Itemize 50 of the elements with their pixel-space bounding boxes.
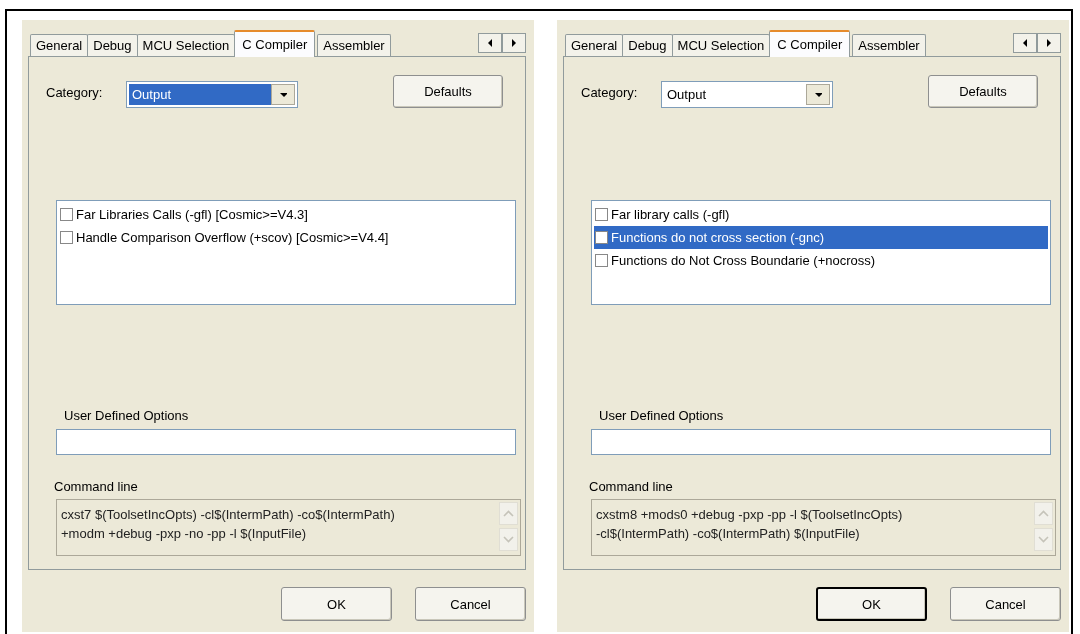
- dialog-button[interactable]: Cancel: [415, 587, 526, 621]
- tab[interactable]: Debug: [87, 34, 138, 56]
- tab[interactable]: MCU Selection: [136, 34, 236, 56]
- option-item[interactable]: Far Libraries Calls (-gfl) [Cosmic>=V4.3]: [59, 203, 513, 226]
- checkbox[interactable]: [595, 231, 608, 244]
- field-label: User Defined Options: [64, 408, 190, 423]
- checkbox[interactable]: [595, 254, 608, 267]
- chevron-down-icon: [1038, 536, 1049, 543]
- command-line-text: cxst7 $(ToolsetIncOpts) -cl$(IntermPath) -co$(IntermPath) +modm +debug -pxp -no -pp -l $(InputFile): [60, 506, 396, 543]
- chevron-down-icon: [503, 536, 514, 543]
- tab[interactable]: Assembler: [317, 34, 391, 56]
- tab[interactable]: General: [565, 34, 624, 56]
- scroll-left-button[interactable]: [478, 33, 502, 53]
- triangle-left-icon: [486, 38, 494, 48]
- option-item[interactable]: Functions do Not Cross Boundarie (+nocross): [594, 249, 1048, 272]
- triangle-right-icon: [1045, 38, 1053, 48]
- tab[interactable]: Debug: [622, 34, 673, 56]
- scroll-left-button[interactable]: [1013, 33, 1037, 53]
- category-dropdown[interactable]: Output: [661, 81, 833, 108]
- category-dropdown[interactable]: Output: [126, 81, 298, 108]
- scroll-right-button[interactable]: [502, 33, 526, 53]
- defaults-button[interactable]: Defaults: [393, 75, 503, 108]
- field-label: Command line: [54, 479, 139, 494]
- chevron-up-icon: [1038, 510, 1049, 517]
- input-field[interactable]: [56, 429, 516, 455]
- tab[interactable]: General: [30, 34, 89, 56]
- defaults-button[interactable]: Defaults: [928, 75, 1038, 108]
- command-line-text: cxstm8 +mods0 +debug -pxp -pp -l $(ToolsetIncOpts) -cl$(IntermPath) -co$(IntermPath) $(InputFile): [595, 506, 904, 543]
- category-label: Category:: [581, 85, 639, 100]
- field-label: Command line: [589, 479, 674, 494]
- option-item[interactable]: Handle Comparison Overflow (+scov) [Cosmic>=V4.4]: [59, 226, 513, 249]
- dialog-button[interactable]: OK: [816, 587, 927, 621]
- input-field[interactable]: [591, 429, 1051, 455]
- tab[interactable]: Assembler: [852, 34, 926, 56]
- tab[interactable]: C Compiler: [234, 30, 316, 57]
- checkbox[interactable]: [595, 208, 608, 221]
- triangle-left-icon: [1021, 38, 1029, 48]
- tab[interactable]: MCU Selection: [671, 34, 771, 56]
- scroll-right-button[interactable]: [1037, 33, 1061, 53]
- checkbox[interactable]: [60, 208, 73, 221]
- option-item[interactable]: Far library calls (-gfl): [594, 203, 1048, 226]
- option-item[interactable]: Functions do not cross section (-gnc): [594, 226, 1048, 249]
- field-label: User Defined Options: [599, 408, 725, 423]
- triangle-right-icon: [510, 38, 518, 48]
- checkbox[interactable]: [60, 231, 73, 244]
- dialog-button[interactable]: Cancel: [950, 587, 1061, 621]
- chevron-up-icon: [503, 510, 514, 517]
- tab[interactable]: C Compiler: [769, 30, 851, 57]
- dialog-button[interactable]: OK: [281, 587, 392, 621]
- category-label: Category:: [46, 85, 104, 100]
